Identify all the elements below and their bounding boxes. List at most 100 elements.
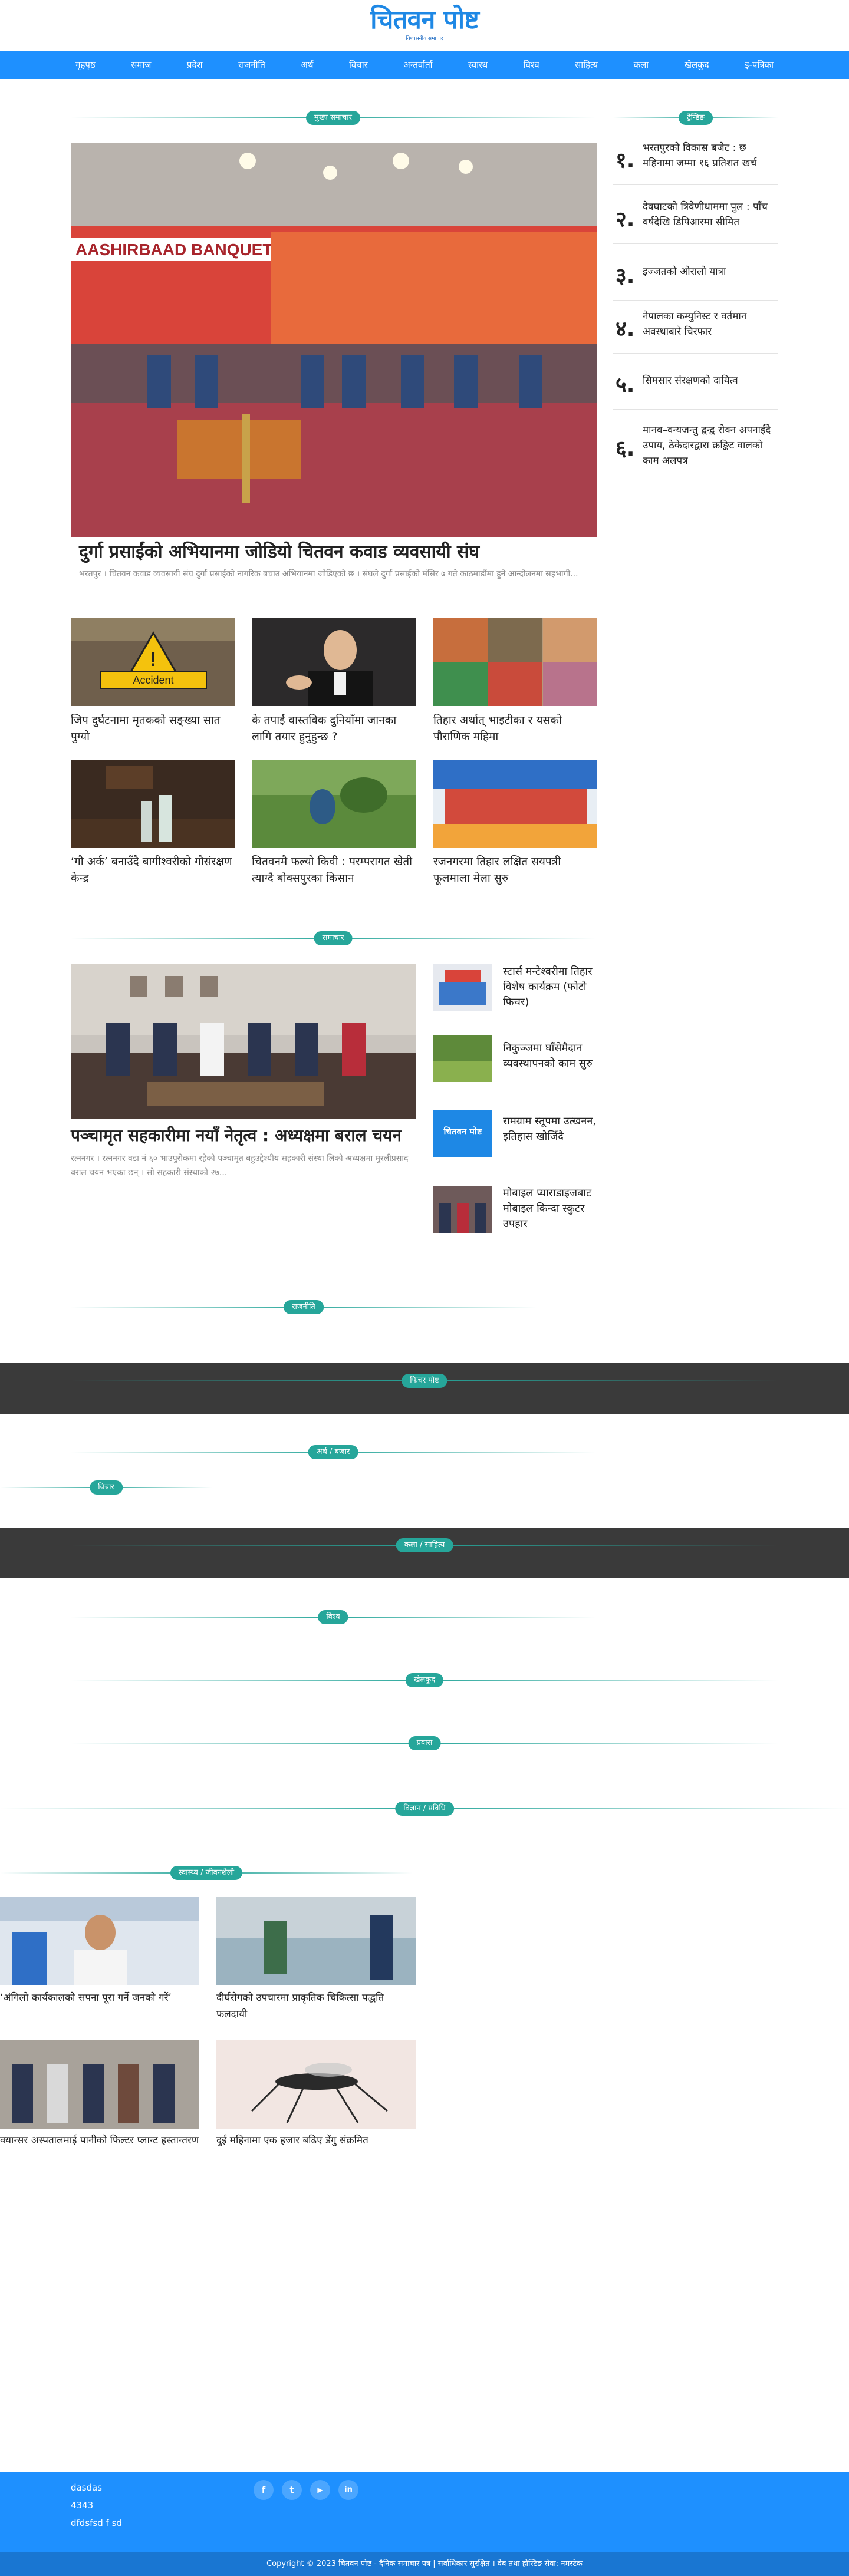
doctor-photo <box>0 1897 199 1985</box>
accident-badge-text: Accident <box>133 674 173 686</box>
story-title[interactable]: चितवनमै फल्यो किवी : परम्परागत खेती त्या… <box>252 853 416 886</box>
facebook-icon[interactable]: f <box>254 2480 274 2500</box>
section-heading-main-news: मुख्य समाचार <box>71 110 595 126</box>
trending-item[interactable]: १. भरतपुरको विकास बजेट : छ महिनामा जम्मा… <box>613 132 778 185</box>
nav-item-society[interactable]: समाज <box>126 59 156 71</box>
mosquito-photo <box>216 2040 416 2129</box>
news-side-item[interactable]: स्टार्स मन्टेश्वरीमा तिहार विशेष कार्यक्… <box>433 964 604 1023</box>
section-label[interactable]: कला / साहित्य <box>396 1538 453 1552</box>
trending-item[interactable]: ५. सिमसार संरक्षणको दायित्व <box>613 357 778 410</box>
section-label[interactable]: समाचार <box>314 931 353 945</box>
news-side-title[interactable]: रामग्राम स्तूपमा उत्खनन, इतिहास खोजिँदै <box>503 1114 603 1144</box>
section-heading-politics: राजनीति <box>71 1299 537 1315</box>
section-label[interactable]: राजनीति <box>284 1300 324 1314</box>
nav-item-home[interactable]: गृहपृष्ठ <box>71 59 100 71</box>
trending-number: ५. <box>616 373 635 397</box>
story-title[interactable]: के तपाईं वास्तविक दुनियाँमा जानका लागि त… <box>252 712 416 745</box>
health-story-image[interactable] <box>0 1897 199 1985</box>
health-story-image[interactable] <box>0 2040 199 2129</box>
section-label[interactable]: अर्थ / बजार <box>308 1445 358 1459</box>
health-story-image[interactable] <box>216 1897 416 1985</box>
story-image[interactable]: ! Accident <box>71 618 235 706</box>
nav-item-sports[interactable]: खेलकुद <box>680 59 714 71</box>
nav-item-interview[interactable]: अन्तर्वार्ता <box>399 59 437 71</box>
trending-title[interactable]: इज्जतको ओरालो यात्रा <box>643 264 778 279</box>
trending-title[interactable]: मानव–वन्यजन्तु द्वन्द्व रोक्न अपनाईंदै उ… <box>643 423 778 469</box>
site-logo[interactable]: चितवन पोष्ट विश्वसनीय समाचार <box>361 5 488 46</box>
news-side-title[interactable]: निकुञ्जमा घाँसेमैदान व्यवस्थापनको काम सु… <box>503 1041 603 1071</box>
section-label[interactable]: मुख्य समाचार <box>306 111 360 125</box>
nav-item-literature[interactable]: साहित्य <box>570 59 603 71</box>
health-story-title[interactable]: दीर्घरोगको उपचारमा प्राकृतिक चिकित्सा पद… <box>216 1990 416 2023</box>
story-image[interactable] <box>433 618 597 706</box>
story-image[interactable] <box>433 760 597 848</box>
nav-item-politics[interactable]: राजनीति <box>233 59 270 71</box>
story-title[interactable]: ‘गौ अर्क’ बनाउँदै बागीश्वरीको गौसंरक्षण … <box>71 853 235 886</box>
trending-item[interactable]: ३. इज्जतको ओरालो यात्रा <box>613 248 778 301</box>
section-heading-province: प्रवास <box>71 1735 778 1752</box>
section-label[interactable]: खेलकुद <box>405 1673 444 1687</box>
news-main-title[interactable]: पञ्चामृत सहकारीमा नयाँ नेतृत्व : अध्यक्ष… <box>71 1124 419 1147</box>
section-heading-feature: फिचर पोष्ट <box>71 1373 778 1389</box>
trending-title[interactable]: सिमसार संरक्षणको दायित्व <box>643 373 778 388</box>
trending-title[interactable]: नेपालका कम्युनिस्ट र वर्तमान अवस्थाबारे … <box>643 309 778 339</box>
twitter-icon[interactable]: t <box>282 2480 302 2500</box>
section-heading-sports: खेलकुद <box>71 1672 778 1688</box>
section-label[interactable]: विज्ञान / प्रविधि <box>395 1802 454 1816</box>
story-title[interactable]: जिप दुर्घटनामा मृतकको सङ्ख्या सात पुग्यो <box>71 712 235 745</box>
section-heading-science: विज्ञान / प्रविधि <box>0 1800 849 1817</box>
logo-tagline: विश्वसनीय समाचार <box>406 36 443 42</box>
section-label[interactable]: फिचर पोष्ट <box>402 1374 447 1388</box>
footer-line: dasdas <box>71 2482 103 2493</box>
gau-ark-photo <box>71 760 235 848</box>
trending-item[interactable]: ६. मानव–वन्यजन्तु द्वन्द्व रोक्न अपनाईंद… <box>613 410 778 474</box>
nav-item-world[interactable]: विश्व <box>519 59 544 71</box>
section-label[interactable]: विचार <box>90 1480 123 1495</box>
health-story-image[interactable] <box>216 2040 416 2129</box>
story-title[interactable]: तिहार अर्थात् भाइटीका र यसको पौराणिक महि… <box>433 712 597 745</box>
news-side-thumb <box>433 964 492 1011</box>
news-main-image[interactable] <box>71 964 416 1119</box>
health-story-title[interactable]: दुई महिनामा एक हजार बढिए डेंगु संक्रमित <box>216 2132 416 2149</box>
story-image[interactable] <box>252 760 416 848</box>
section-heading-economy: अर्थ / बजार <box>71 1444 595 1460</box>
news-side-title[interactable]: स्टार्स मन्टेश्वरीमा तिहार विशेष कार्यक्… <box>503 964 603 1010</box>
nav-item-epaper[interactable]: इ-पत्रिका <box>740 59 778 71</box>
main-story-title[interactable]: दुर्गा प्रसाईंको अभियानमा जोडियो चितवन क… <box>79 541 592 563</box>
section-label[interactable]: विश्व <box>318 1610 348 1624</box>
trending-title[interactable]: देवघाटको त्रिवेणीधाममा पुल : पाँच वर्षदे… <box>643 199 778 230</box>
nav-item-economy[interactable]: अर्थ <box>296 59 318 71</box>
site-header: चितवन पोष्ट विश्वसनीय समाचार <box>0 0 849 51</box>
news-side-item[interactable]: निकुञ्जमा घाँसेमैदान व्यवस्थापनको काम सु… <box>433 1035 604 1094</box>
main-story-image[interactable]: AASHIRBAAD BANQUET PVT. LTD. <box>71 143 597 537</box>
news-side-thumb <box>433 1186 492 1233</box>
svg-text:!: ! <box>150 648 156 671</box>
main-navigation: गृहपृष्ठ समाज प्रदेश राजनीति अर्थ विचार … <box>0 51 849 79</box>
news-side-title[interactable]: मोबाइल प्याराडाइजबाट मोबाइल किन्दा स्कुट… <box>503 1186 603 1232</box>
nav-item-arts[interactable]: कला <box>629 59 654 71</box>
trending-number: ६. <box>616 437 635 461</box>
linkedin-icon[interactable]: in <box>338 2480 358 2500</box>
section-label[interactable]: प्रवास <box>408 1736 441 1750</box>
story-title[interactable]: रजनगरमा तिहार लक्षित सयपत्री फूलमाला मेल… <box>433 853 597 886</box>
health-story-title[interactable]: ‘अंगिलो कार्यकालको सपना पूरा गर्ने जनको … <box>0 1990 199 2006</box>
flower-fair-photo <box>433 760 597 848</box>
trending-item[interactable]: ४. नेपालका कम्युनिस्ट र वर्तमान अवस्थाबा… <box>613 301 778 354</box>
youtube-icon[interactable]: ▶ <box>310 2480 330 2500</box>
main-story-photo: AASHIRBAAD BANQUET PVT. LTD. <box>71 143 597 537</box>
health-story-title[interactable]: क्यान्सर अस्पतालमाई पानीको फिल्टर प्लान्… <box>0 2132 199 2149</box>
section-heading-news: समाचार <box>71 930 595 946</box>
trending-number: ४. <box>616 317 635 341</box>
story-image[interactable] <box>252 618 416 706</box>
trending-title[interactable]: भरतपुरको विकास बजेट : छ महिनामा जम्मा १६… <box>643 140 778 171</box>
kiwi-farm-photo <box>252 760 416 848</box>
story-image[interactable] <box>71 760 235 848</box>
news-side-item[interactable]: चितवन पोष्ट रामग्राम स्तूपमा उत्खनन, इति… <box>433 1110 604 1169</box>
nav-item-health[interactable]: स्वास्थ <box>463 59 492 71</box>
nav-item-opinion[interactable]: विचार <box>344 59 373 71</box>
section-label[interactable]: स्वास्थ्य / जीवनशैली <box>170 1866 243 1880</box>
nav-item-province[interactable]: प्रदेश <box>182 59 208 71</box>
news-side-item[interactable]: मोबाइल प्याराडाइजबाट मोबाइल किन्दा स्कुट… <box>433 1186 604 1256</box>
section-heading-world: विश्व <box>71 1609 595 1625</box>
trending-item[interactable]: २. देवघाटको त्रिवेणीधाममा पुल : पाँच वर्… <box>613 191 778 244</box>
